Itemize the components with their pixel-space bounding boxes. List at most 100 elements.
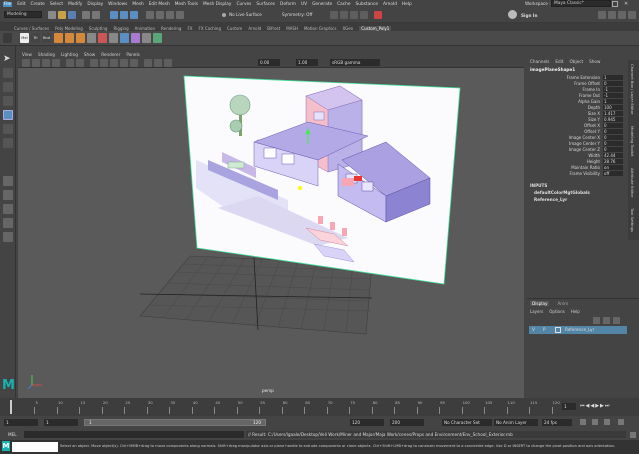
scale-tool-icon[interactable]	[3, 110, 13, 120]
viewport-menu-renderer[interactable]: Renderer	[101, 52, 120, 57]
menu-mesh-display[interactable]: Mesh Display	[203, 2, 232, 7]
poly-cylinder-icon[interactable]	[65, 33, 74, 43]
playback-end-field[interactable]: 120	[350, 419, 384, 426]
xray-icon[interactable]	[154, 59, 162, 67]
playback-controls[interactable]: ⏮◀◀▶▶⏭	[580, 403, 610, 409]
open-scene-icon[interactable]	[58, 11, 66, 19]
attribute-value[interactable]: 0	[603, 141, 623, 146]
attribute-value[interactable]: 0	[603, 135, 623, 140]
attribute-value[interactable]: 1.417	[603, 111, 623, 116]
uv-editor-icon[interactable]	[153, 33, 162, 43]
separate-icon[interactable]	[98, 33, 107, 43]
menu-surfaces[interactable]: Surfaces	[256, 2, 275, 7]
rotate-tool-icon[interactable]	[3, 124, 13, 134]
gamma-field[interactable]: 1.00	[296, 59, 318, 66]
layout-four-icon[interactable]	[3, 190, 13, 200]
attribute-value[interactable]: 28.76	[603, 159, 623, 164]
loop-icon[interactable]	[580, 419, 586, 425]
layout-outliner-icon[interactable]	[3, 218, 13, 228]
attribute-name[interactable]: Maintain Ratio	[571, 165, 600, 170]
attribute-name[interactable]: Frame Out	[579, 93, 600, 98]
snap-surface-icon[interactable]	[176, 11, 184, 19]
render-view-icon[interactable]	[330, 11, 338, 19]
lights-icon[interactable]	[120, 59, 128, 67]
attribute-value[interactable]: -1	[603, 87, 623, 92]
poly-cube-icon[interactable]	[54, 33, 63, 43]
viewport-canvas[interactable]	[18, 68, 524, 398]
select-tool-icon[interactable]: ➤	[3, 54, 13, 64]
menu-curves[interactable]: Curves	[236, 2, 251, 7]
film-gate-icon[interactable]	[76, 59, 84, 67]
redo-icon[interactable]	[92, 11, 100, 19]
menu-modify[interactable]: Modify	[68, 2, 82, 7]
layer-tab-anim[interactable]: Anim	[555, 301, 570, 306]
attribute-name[interactable]: Image Center X	[569, 135, 600, 140]
live-surface-label[interactable]: No Live Surface	[229, 12, 262, 17]
maximize-icon[interactable]	[612, 1, 618, 7]
lasso-tool-icon[interactable]	[3, 68, 13, 78]
attribute-name[interactable]: Offset Y	[584, 129, 600, 134]
menu-edit-mesh[interactable]: Edit Mesh	[149, 2, 170, 7]
paint-select-icon[interactable]	[3, 82, 13, 92]
new-layer-icon[interactable]	[593, 317, 600, 324]
layer-up-icon[interactable]	[613, 317, 620, 324]
fps-dropdown[interactable]: 24 fps	[542, 419, 572, 426]
attribute-name[interactable]: Height	[587, 159, 600, 164]
channel-menu-object[interactable]: Object	[569, 59, 583, 64]
layer-visibility-toggle[interactable]: V	[532, 327, 535, 332]
current-time-indicator[interactable]	[10, 400, 12, 414]
symmetry-label[interactable]: Symmetry: Off	[282, 12, 312, 17]
image-plane[interactable]	[183, 75, 461, 285]
attribute-name[interactable]: Frame In	[583, 87, 600, 92]
menu-help[interactable]: Help	[402, 2, 412, 7]
triangulate-icon[interactable]: Tri	[31, 33, 40, 43]
menu-deform[interactable]: Deform	[280, 2, 296, 7]
ipr-render-icon[interactable]	[350, 11, 358, 19]
attribute-name[interactable]: Image Center Y	[569, 141, 600, 146]
attribute-value[interactable]: 0	[603, 147, 623, 152]
attribute-name[interactable]: Size Y	[588, 117, 600, 122]
sign-in-label[interactable]: Sign In	[521, 13, 537, 18]
anim-layer-dropdown[interactable]: No Anim Layer	[494, 419, 538, 426]
attribute-value[interactable]: 0	[603, 123, 623, 128]
mel-script-icon[interactable]: Mel	[20, 33, 29, 43]
side-tab-attribute-editor[interactable]: Attribute Editor	[630, 168, 635, 197]
mel-label[interactable]: MEL	[8, 432, 17, 437]
layer-row[interactable]: V P Reference_Lyr	[529, 326, 627, 334]
start-frame-field[interactable]: 1	[4, 419, 38, 426]
menu-arnold[interactable]: Arnold	[383, 2, 397, 7]
attribute-value[interactable]: on	[603, 165, 623, 170]
side-tab-modeling-toolkit[interactable]: Modeling Toolkit	[630, 126, 635, 157]
attribute-value[interactable]: 0	[603, 129, 623, 134]
undo-icon[interactable]	[82, 11, 90, 19]
menu-display[interactable]: Display	[87, 2, 103, 7]
menu-substance[interactable]: Substance	[356, 2, 378, 7]
command-input[interactable]	[24, 431, 244, 438]
new-layer-selected-icon[interactable]	[603, 317, 610, 324]
attribute-editor-icon[interactable]	[608, 11, 616, 19]
move-tool-icon[interactable]	[3, 96, 13, 106]
viewport-menu-lighting[interactable]: Lighting	[61, 52, 78, 57]
attribute-row[interactable]: Frame Visibility off	[527, 171, 627, 177]
attribute-value[interactable]: 42.44	[603, 153, 623, 158]
channel-menu-edit[interactable]: Edit	[555, 59, 563, 64]
viewport-menu-show[interactable]: Show	[84, 52, 95, 57]
new-scene-icon[interactable]	[48, 11, 56, 19]
attribute-value[interactable]: 0	[603, 81, 623, 86]
attribute-name[interactable]: Offset X	[584, 123, 600, 128]
menu-edit[interactable]: Edit	[17, 2, 25, 7]
perspective-viewport[interactable]: persp	[18, 68, 524, 398]
channel-box-icon[interactable]	[628, 11, 636, 19]
mode-dropdown[interactable]: Modeling	[4, 11, 42, 18]
select-component-icon[interactable]	[130, 11, 138, 19]
menu-generate[interactable]: Generate	[312, 2, 332, 7]
bevel-icon[interactable]	[120, 33, 129, 43]
attribute-value[interactable]: 100	[603, 105, 623, 110]
layout-persp-graph-icon[interactable]	[3, 204, 13, 214]
layer-tab-display[interactable]: Display	[530, 301, 550, 306]
layer-name[interactable]: Reference_Lyr	[565, 327, 594, 332]
camera-attributes-icon[interactable]	[32, 59, 40, 67]
bind-icon[interactable]: Bnd	[42, 33, 51, 43]
select-object-icon[interactable]	[120, 11, 128, 19]
workspace-dropdown[interactable]: Maya Classic*	[551, 0, 611, 7]
